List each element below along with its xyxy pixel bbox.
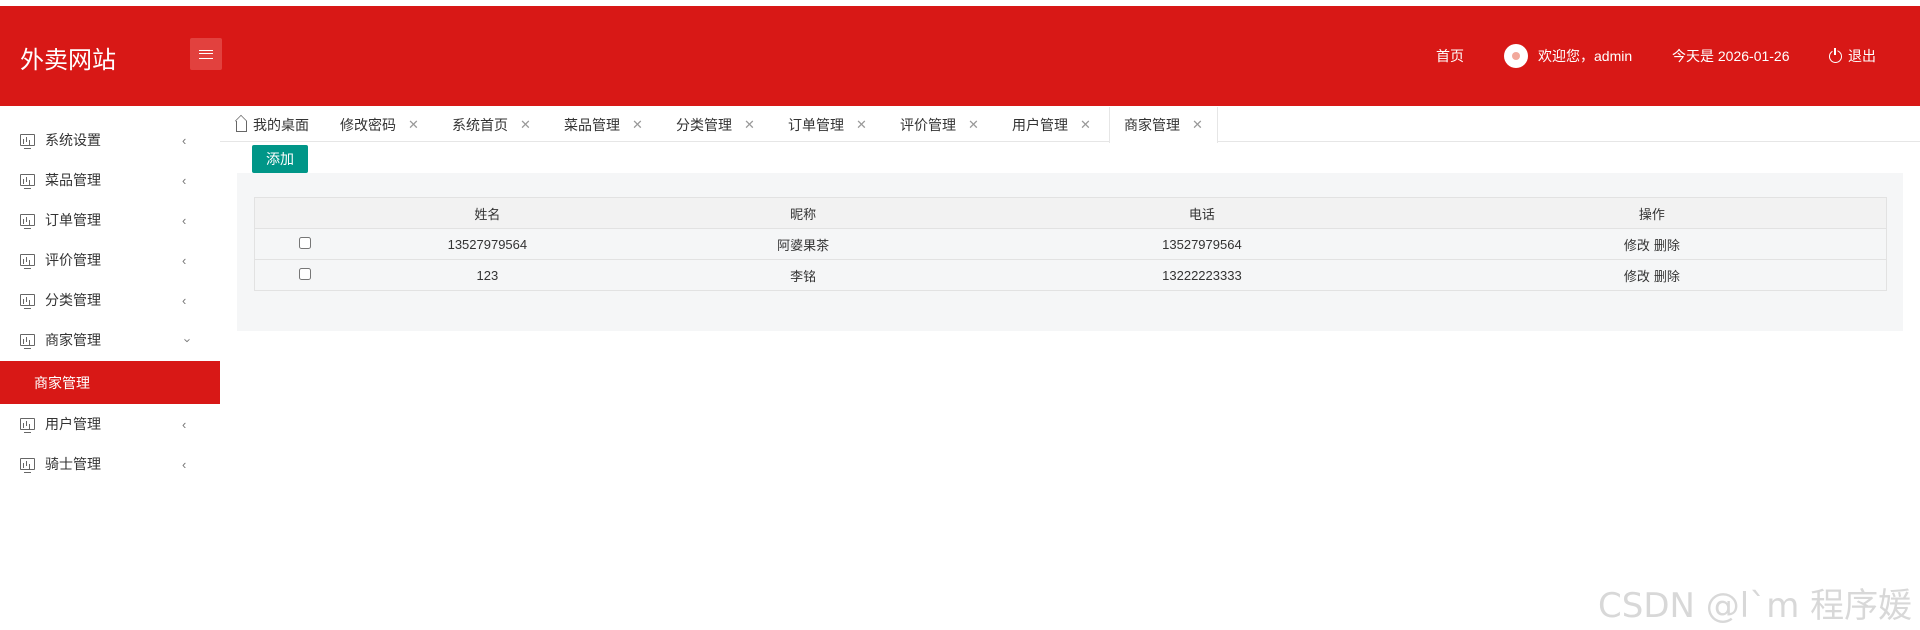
chevron-left-icon: ‹: [182, 292, 187, 308]
sidebar-item-label: 骑士管理: [45, 456, 101, 472]
tab-bar: 我的桌面 修改密码 ✕ 系统首页 ✕ 菜品管理 ✕ 分类管理 ✕ 订单管理 ✕ …: [220, 107, 1920, 143]
table-row: 123 李铭 13222223333 修改 删除: [254, 259, 1887, 291]
tab-users[interactable]: 用户管理 ✕: [1012, 107, 1091, 142]
tab-label: 用户管理: [1012, 116, 1068, 133]
sidebar-item-categories[interactable]: 分类管理 ‹: [0, 280, 220, 320]
sidebar-item-label: 系统设置: [45, 132, 101, 148]
welcome-text: 欢迎您，admin: [1538, 48, 1633, 64]
tab-label: 我的桌面: [253, 116, 309, 133]
row-checkbox[interactable]: [298, 236, 311, 249]
sidebar-item-merchants[interactable]: 商家管理 ‹: [0, 320, 220, 360]
avatar: [1504, 44, 1528, 68]
cell-name: 123: [354, 259, 621, 291]
watermark: CSDN @l`m 程序媛: [1598, 586, 1913, 626]
chevron-down-icon: ‹: [178, 337, 194, 343]
sidebar-item-label: 商家管理: [45, 332, 101, 348]
close-icon[interactable]: ✕: [1192, 117, 1203, 133]
monitor-icon: [20, 134, 35, 149]
close-icon[interactable]: ✕: [408, 117, 419, 133]
edit-link[interactable]: 修改: [1624, 269, 1650, 284]
monitor-icon: [20, 214, 35, 229]
monitor-icon: [20, 294, 35, 309]
sidebar-item-label: 订单管理: [45, 212, 101, 228]
sidebar-item-system[interactable]: 系统设置 ‹: [0, 120, 220, 160]
edit-link[interactable]: 修改: [1624, 238, 1650, 253]
sidebar-item-dishes[interactable]: 菜品管理 ‹: [0, 160, 220, 200]
sidebar-item-label: 分类管理: [45, 292, 101, 308]
close-icon[interactable]: ✕: [744, 117, 755, 133]
tab-desktop[interactable]: 我的桌面: [236, 107, 309, 142]
close-icon[interactable]: ✕: [1080, 117, 1091, 133]
date-text: 今天是 2026-01-26: [1672, 48, 1790, 64]
tab-merchants[interactable]: 商家管理 ✕: [1109, 107, 1218, 143]
cell-phone: 13527979564: [986, 228, 1418, 260]
cell-actions: 修改 删除: [1417, 259, 1887, 291]
close-icon[interactable]: ✕: [968, 117, 979, 133]
tab-categories[interactable]: 分类管理 ✕: [676, 107, 755, 142]
tab-reviews[interactable]: 评价管理 ✕: [900, 107, 979, 142]
table-row: 13527979564 阿婆果茶 13527979564 修改 删除: [254, 228, 1887, 260]
home-icon: [236, 121, 247, 132]
cell-name: 13527979564: [354, 228, 621, 260]
sidebar-item-label: 评价管理: [45, 252, 101, 268]
delete-link[interactable]: 删除: [1654, 269, 1680, 284]
sidebar: 系统设置 ‹ 菜品管理 ‹ 订单管理 ‹ 评价管理 ‹ 分类管理 ‹ 商家管理 …: [0, 120, 220, 484]
merchant-table: 姓名 昵称 电话 操作 13527979564 阿婆果茶 13527979564…: [254, 197, 1887, 291]
logout-label: 退出: [1848, 48, 1876, 64]
tab-change-password[interactable]: 修改密码 ✕: [340, 107, 419, 142]
cell-nickname: 阿婆果茶: [620, 228, 987, 260]
sidebar-item-orders[interactable]: 订单管理 ‹: [0, 200, 220, 240]
monitor-icon: [20, 174, 35, 189]
tab-system-home[interactable]: 系统首页 ✕: [452, 107, 531, 142]
chevron-left-icon: ‹: [182, 172, 187, 188]
cell-phone: 13222223333: [986, 259, 1418, 291]
cell-actions: 修改 删除: [1417, 228, 1887, 260]
sidebar-item-riders[interactable]: 骑士管理 ‹: [0, 444, 220, 484]
site-logo: 外卖网站: [20, 46, 116, 74]
delete-link[interactable]: 删除: [1654, 238, 1680, 253]
logout-button[interactable]: 退出: [1829, 6, 1876, 106]
tab-label: 订单管理: [788, 116, 844, 133]
tab-orders[interactable]: 订单管理 ✕: [788, 107, 867, 142]
table-header: 昵称: [620, 197, 987, 229]
close-icon[interactable]: ✕: [856, 117, 867, 133]
tab-label: 系统首页: [452, 116, 508, 133]
tab-label: 分类管理: [676, 116, 732, 133]
chevron-left-icon: ‹: [182, 456, 187, 472]
hamburger-icon: [199, 49, 213, 59]
tab-label: 评价管理: [900, 116, 956, 133]
monitor-icon: [20, 254, 35, 269]
close-icon[interactable]: ✕: [632, 117, 643, 133]
table-header: 操作: [1417, 197, 1887, 229]
table-header: 电话: [986, 197, 1418, 229]
chevron-left-icon: ‹: [182, 252, 187, 268]
add-button[interactable]: 添加: [252, 145, 308, 173]
monitor-icon: [20, 334, 35, 349]
close-icon[interactable]: ✕: [520, 117, 531, 133]
home-link[interactable]: 首页: [1436, 6, 1464, 106]
user-menu[interactable]: 欢迎您，admin: [1504, 6, 1632, 106]
monitor-icon: [20, 418, 35, 433]
chevron-left-icon: ‹: [182, 212, 187, 228]
tab-label: 菜品管理: [564, 116, 620, 133]
table-header-row: 姓名 昵称 电话 操作: [254, 197, 1887, 229]
cell-nickname: 李铭: [620, 259, 987, 291]
sidebar-item-label: 用户管理: [45, 416, 101, 432]
sidebar-subitem-merchants[interactable]: 商家管理: [0, 361, 220, 404]
monitor-icon: [20, 458, 35, 473]
sidebar-item-reviews[interactable]: 评价管理 ‹: [0, 240, 220, 280]
sidebar-item-label: 菜品管理: [45, 172, 101, 188]
chevron-left-icon: ‹: [182, 416, 187, 432]
chevron-left-icon: ‹: [182, 132, 187, 148]
sidebar-item-users[interactable]: 用户管理 ‹: [0, 404, 220, 444]
table-header: 姓名: [354, 197, 621, 229]
tab-label: 商家管理: [1124, 117, 1180, 133]
tab-label: 修改密码: [340, 116, 396, 133]
power-icon: [1829, 47, 1842, 63]
tab-dishes[interactable]: 菜品管理 ✕: [564, 107, 643, 142]
table-header-checkbox: [254, 197, 355, 229]
top-header: 外卖网站 首页 欢迎您，admin 今天是 2026-01-26 退出: [0, 6, 1920, 106]
row-checkbox[interactable]: [298, 267, 311, 280]
menu-toggle-button[interactable]: [190, 38, 222, 70]
